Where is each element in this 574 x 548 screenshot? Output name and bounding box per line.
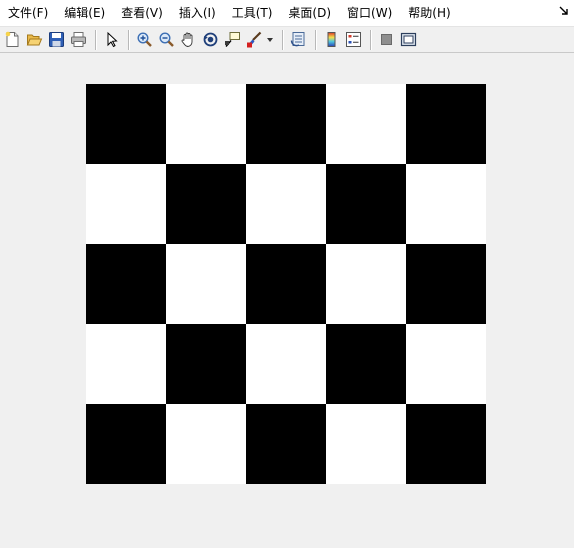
white-square [406, 324, 486, 404]
new-figure-icon [5, 31, 19, 47]
black-square [246, 244, 326, 324]
brush-icon [247, 31, 262, 48]
toolbar-separator [128, 29, 129, 50]
white-square [246, 324, 326, 404]
menu-tools[interactable]: 工具(T) [224, 0, 281, 26]
show-plot-tools-icon [400, 32, 417, 47]
white-square [86, 164, 166, 244]
menu-bar: 文件(F) 编辑(E) 查看(V) 插入(I) 工具(T) 桌面(D) 窗口(W… [0, 0, 574, 26]
edit-plot-arrow-icon [107, 31, 118, 48]
legend-button[interactable] [343, 29, 364, 51]
figure-canvas[interactable] [0, 53, 574, 548]
black-square [326, 164, 406, 244]
link-plot-button[interactable] [288, 29, 309, 51]
hide-plot-tools-button[interactable] [376, 29, 397, 51]
white-square [86, 324, 166, 404]
white-square [326, 404, 406, 484]
save-icon [49, 32, 64, 47]
zoom-out-button[interactable] [156, 29, 177, 51]
white-square [406, 164, 486, 244]
print-icon [71, 32, 86, 47]
black-square [406, 404, 486, 484]
white-square [326, 244, 406, 324]
data-cursor-icon [225, 32, 240, 47]
pan-hand-icon [181, 32, 193, 47]
zoom-out-icon [159, 32, 174, 47]
white-square [166, 404, 246, 484]
toolbar-separator [95, 29, 96, 50]
colorbar-button[interactable] [321, 29, 342, 51]
white-square [166, 84, 246, 164]
show-plot-tools-button[interactable] [398, 29, 419, 51]
menu-view[interactable]: 查看(V) [113, 0, 171, 26]
white-square [246, 164, 326, 244]
black-square [86, 404, 166, 484]
toolbar-separator [370, 29, 371, 50]
toolbar-separator [282, 29, 283, 50]
menu-edit[interactable]: 编辑(E) [56, 0, 113, 26]
zoom-in-button[interactable] [134, 29, 155, 51]
rotate-3d-button[interactable] [200, 29, 221, 51]
white-square [166, 244, 246, 324]
legend-icon [346, 32, 361, 47]
data-cursor-button[interactable] [222, 29, 243, 51]
hide-plot-tools-icon [381, 34, 392, 45]
dock-arrow-icon[interactable] [556, 0, 572, 26]
rotate-3d-icon [203, 32, 218, 47]
white-square [326, 84, 406, 164]
colorbar-icon [327, 32, 336, 47]
pan-button[interactable] [178, 29, 199, 51]
brush-dropdown-arrow[interactable] [266, 29, 274, 51]
link-plot-icon [290, 32, 305, 47]
black-square [86, 84, 166, 164]
checkerboard-image [86, 84, 486, 484]
print-button[interactable] [68, 29, 89, 51]
menu-help[interactable]: 帮助(H) [400, 0, 458, 26]
edit-plot-button[interactable] [101, 29, 122, 51]
menu-window[interactable]: 窗口(W) [339, 0, 400, 26]
menu-desktop[interactable]: 桌面(D) [280, 0, 339, 26]
save-button[interactable] [46, 29, 67, 51]
black-square [406, 244, 486, 324]
black-square [166, 324, 246, 404]
black-square [246, 404, 326, 484]
black-square [326, 324, 406, 404]
menu-file[interactable]: 文件(F) [0, 0, 56, 26]
menu-insert[interactable]: 插入(I) [171, 0, 224, 26]
black-square [246, 84, 326, 164]
brush-button[interactable] [244, 29, 265, 51]
black-square [86, 244, 166, 324]
figure-toolbar [0, 26, 574, 53]
open-file-icon [26, 34, 43, 46]
zoom-in-icon [137, 32, 152, 47]
open-file-button[interactable] [24, 29, 45, 51]
toolbar-separator [315, 29, 316, 50]
new-figure-button[interactable] [2, 29, 23, 51]
black-square [166, 164, 246, 244]
black-square [406, 84, 486, 164]
